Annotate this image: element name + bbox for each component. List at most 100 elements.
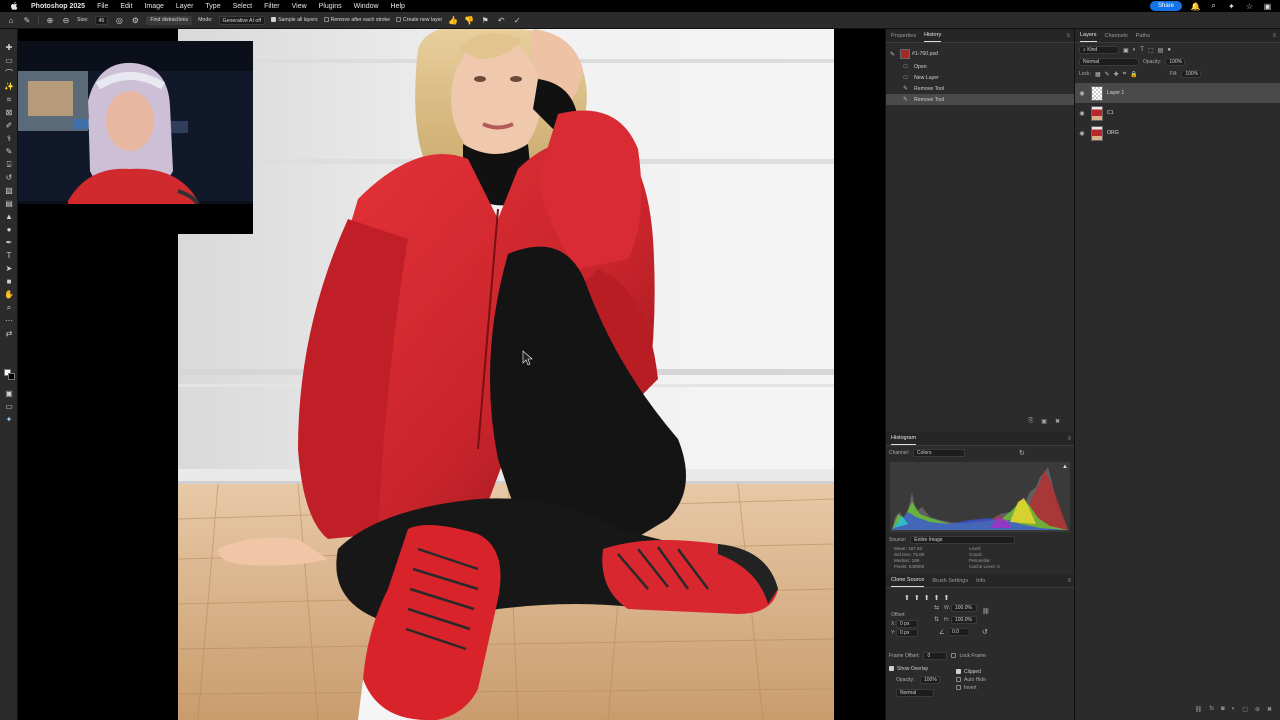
show-overlay-checkbox[interactable] bbox=[889, 666, 894, 672]
lock-frame-checkbox[interactable] bbox=[951, 653, 957, 659]
trash-icon[interactable]: ✖ bbox=[1055, 418, 1060, 425]
tab-history[interactable]: History bbox=[924, 32, 942, 42]
scale-h-field[interactable]: 100.0% bbox=[951, 616, 977, 624]
gradient-tool-icon[interactable]: ▤ bbox=[0, 197, 18, 210]
brush-subtract-icon[interactable]: ⊖ bbox=[61, 15, 71, 25]
history-item[interactable]: ✎ Remove Tool bbox=[886, 83, 1074, 94]
lasso-tool-icon[interactable]: ⌒ bbox=[0, 67, 18, 80]
offset-y-field[interactable]: 0 px bbox=[896, 629, 918, 637]
filter-pixel-icon[interactable]: ▣ bbox=[1123, 47, 1129, 54]
apple-icon[interactable] bbox=[9, 2, 19, 11]
type-tool-icon[interactable]: T bbox=[0, 249, 18, 262]
filter-adjustment-icon[interactable]: ◐ bbox=[1133, 47, 1137, 53]
mode-dropdown[interactable]: Generative AI off bbox=[218, 15, 266, 25]
path-select-tool-icon[interactable]: ➤ bbox=[0, 262, 18, 275]
menu-help[interactable]: Help bbox=[385, 3, 411, 10]
layer-style-icon[interactable]: fx bbox=[1209, 706, 1214, 713]
new-document-from-state-icon[interactable]: ⎘ bbox=[1028, 418, 1033, 425]
thumbs-up-icon[interactable]: 👍 bbox=[448, 15, 458, 25]
clipped-checkbox[interactable] bbox=[956, 669, 961, 675]
tab-properties[interactable]: Properties bbox=[891, 33, 916, 42]
history-item-selected[interactable]: ✎ Remove Tool bbox=[886, 94, 1074, 105]
search-icon[interactable]: ⌕ bbox=[1209, 1, 1218, 11]
lock-transparent-icon[interactable]: ▦ bbox=[1095, 71, 1101, 78]
quick-mask-icon[interactable]: ▣ bbox=[0, 387, 18, 400]
more-tools-icon[interactable]: ⋯ bbox=[0, 314, 18, 327]
flip-horizontal-icon[interactable]: ⇆ bbox=[934, 604, 939, 611]
menu-select[interactable]: Select bbox=[227, 3, 258, 10]
menu-type[interactable]: Type bbox=[199, 3, 226, 10]
menu-file[interactable]: File bbox=[91, 3, 114, 10]
visibility-eye-icon[interactable]: ◉ bbox=[1075, 110, 1089, 117]
new-group-icon[interactable]: ▢ bbox=[1242, 706, 1248, 713]
tab-clone-source[interactable]: Clone Source bbox=[891, 577, 925, 587]
lightbulb-icon[interactable]: ☆ bbox=[1245, 2, 1254, 11]
opacity-field[interactable]: 100% bbox=[1165, 58, 1186, 66]
panel-menu-icon[interactable]: ≡ bbox=[1067, 578, 1071, 584]
size-field[interactable]: 45 bbox=[94, 15, 109, 25]
pressure-icon[interactable]: ◎ bbox=[114, 15, 124, 25]
clone-source-1-icon[interactable]: ⬆ bbox=[904, 594, 910, 602]
tab-info[interactable]: Info bbox=[976, 578, 985, 587]
history-brush-source-icon[interactable]: ✎ bbox=[890, 51, 895, 58]
panel-menu-icon[interactable]: ≡ bbox=[1067, 436, 1071, 442]
lock-image-icon[interactable]: ✎ bbox=[1105, 71, 1110, 78]
dodge-tool-icon[interactable]: ● bbox=[0, 223, 18, 236]
flip-vertical-icon[interactable]: ⇅ bbox=[934, 616, 939, 623]
refresh-icon[interactable]: ↻ bbox=[1019, 449, 1025, 457]
clone-source-2-icon[interactable]: ⬆ bbox=[914, 594, 920, 602]
pen-tool-icon[interactable]: ✒ bbox=[0, 236, 18, 249]
marquee-tool-icon[interactable]: ▭ bbox=[0, 54, 18, 67]
snapshot-camera-icon[interactable]: ▣ bbox=[1041, 418, 1047, 425]
tab-histogram[interactable]: Histogram bbox=[891, 435, 917, 445]
panel-menu-icon[interactable]: ≡ bbox=[1066, 33, 1070, 39]
zoom-tool-icon[interactable]: ⌕ bbox=[0, 301, 18, 314]
background-color-swatch[interactable] bbox=[8, 373, 15, 380]
remove-tool-active-icon[interactable]: ✦ bbox=[0, 413, 18, 426]
filter-smart-object-icon[interactable]: ▤ bbox=[1158, 47, 1164, 54]
create-new-layer-option[interactable]: Create new layer bbox=[395, 17, 442, 23]
screen-mode-icon[interactable]: ▭ bbox=[0, 400, 18, 413]
brush-tool-icon[interactable]: ✎ bbox=[0, 145, 18, 158]
auto-hide-option[interactable]: Auto Hide bbox=[956, 677, 986, 683]
discover-icon[interactable]: ✦ bbox=[1227, 2, 1236, 11]
menu-filter[interactable]: Filter bbox=[258, 3, 286, 10]
overlay-blend-dropdown[interactable]: Normal bbox=[896, 689, 934, 697]
tab-layers[interactable]: Layers bbox=[1080, 32, 1097, 42]
panel-menu-icon[interactable]: ≡ bbox=[1272, 33, 1276, 39]
frame-offset-field[interactable]: 0 bbox=[923, 652, 948, 660]
menu-image[interactable]: Image bbox=[138, 3, 169, 10]
share-button[interactable]: Share bbox=[1149, 1, 1182, 11]
channel-dropdown[interactable]: Colors bbox=[913, 449, 966, 457]
blend-mode-dropdown[interactable]: Normal bbox=[1079, 58, 1139, 66]
clone-stamp-tool-icon[interactable]: ⍄ bbox=[0, 158, 18, 171]
offset-x-field[interactable]: 0 px bbox=[896, 620, 918, 628]
menu-plugins[interactable]: Plugins bbox=[313, 3, 348, 10]
angle-field[interactable]: 0.0 bbox=[948, 628, 970, 636]
link-icon[interactable]: ⛓ bbox=[982, 608, 990, 615]
undo-icon[interactable]: ↶ bbox=[496, 15, 506, 25]
frame-tool-icon[interactable]: ⊠ bbox=[0, 106, 18, 119]
clone-source-3-icon[interactable]: ⬆ bbox=[924, 594, 930, 602]
blur-tool-icon[interactable]: ▲ bbox=[0, 210, 18, 223]
lock-all-icon[interactable]: 🔒 bbox=[1130, 71, 1137, 78]
filter-type-icon[interactable]: T bbox=[1140, 47, 1144, 53]
auto-hide-checkbox[interactable] bbox=[956, 677, 961, 683]
object-select-tool-icon[interactable]: ✨ bbox=[0, 80, 18, 93]
clone-source-5-icon[interactable]: ⬆ bbox=[944, 594, 950, 602]
warning-icon[interactable]: ▲ bbox=[1062, 464, 1068, 470]
layer-name[interactable]: C1 bbox=[1107, 110, 1114, 116]
thumbs-down-icon[interactable]: 👎 bbox=[464, 15, 474, 25]
scale-w-field[interactable]: 100.0% bbox=[951, 604, 977, 612]
hand-tool-icon[interactable]: ✋ bbox=[0, 288, 18, 301]
visibility-eye-icon[interactable]: ◉ bbox=[1075, 90, 1089, 97]
link-layers-icon[interactable]: ⛓ bbox=[1195, 706, 1203, 713]
lock-position-icon[interactable]: ✚ bbox=[1114, 71, 1119, 78]
clipped-option[interactable]: Clipped bbox=[956, 669, 981, 675]
add-mask-icon[interactable]: ◙ bbox=[1221, 706, 1225, 713]
source-dropdown[interactable]: Entire Image bbox=[910, 536, 1016, 544]
visibility-eye-icon[interactable]: ◉ bbox=[1075, 130, 1089, 137]
layer-row-org[interactable]: ◉ ORG bbox=[1075, 123, 1280, 143]
overlay-opacity-field[interactable]: 100% bbox=[920, 676, 940, 684]
show-overlay-option[interactable]: Show Overlay bbox=[889, 666, 928, 672]
